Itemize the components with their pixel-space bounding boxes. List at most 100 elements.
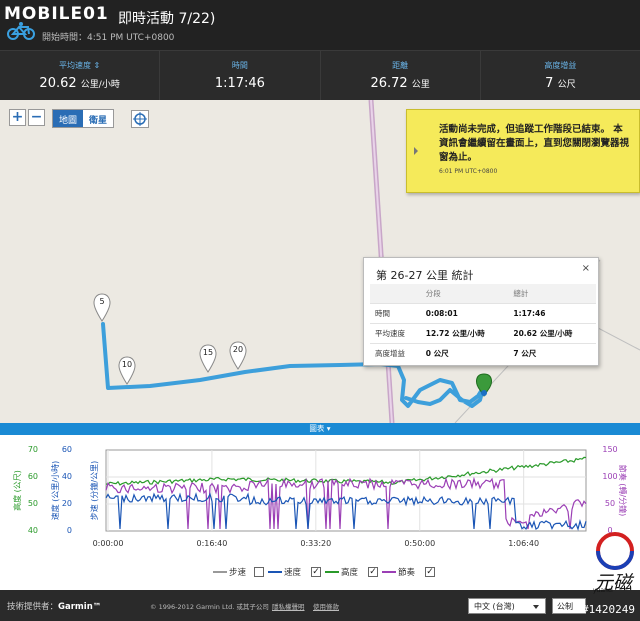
pin-label: 5 [99,297,105,306]
stat-label: 時間 [231,61,248,70]
y-tick-label: 50 [605,499,615,508]
x-tick-label: 0:00:00 [93,539,124,548]
legend-swatch [325,571,339,573]
stats-bar: 平均速度 ⇕ 20.62 公里/小時 時間 1:17:46 距離 26.72 公… [0,50,640,100]
language-value: 中文 (台灣) [474,602,515,611]
legend-pace-checkbox[interactable] [254,567,264,577]
copyright: © 1996-2012 Garmin Ltd. 或其子公司 [150,603,269,611]
stat-label: 高度增益 [544,61,577,70]
legend-swatch [268,571,282,573]
page-title: 即時活動 7/22) [118,11,216,27]
close-icon[interactable]: × [582,263,590,274]
garmin-logo[interactable]: Garmin™ [58,602,101,612]
legend-cadence-checkbox[interactable]: ✓ [425,567,435,577]
x-tick-label: 0:33:20 [300,539,331,548]
map-canvas[interactable]: 5 10 15 20 + − 地圖 衛星 活動尚未完成，但追蹤工作階段已結束。 … [0,100,640,423]
provider-text: 技術提供者：Garmin™ [7,600,101,612]
segment-stats-table: 分段 總計 時間 0:08:01 1:17:46 平均速度 12.72 公里/小… [370,284,596,363]
stat-elevation-gain: 高度增益 7 公尺 [481,51,640,100]
axis-label: 節奏 (轉/分鐘) [618,465,628,516]
y-tick-label: 20 [62,499,72,508]
distance-pin-5[interactable]: 5 [93,293,111,323]
image-tag: #1420249 [582,603,635,616]
y-tick-label: 100 [602,472,617,481]
unit-system-button[interactable]: 公制 [552,598,586,614]
locate-button[interactable] [131,110,149,128]
x-tick-label: 0:16:40 [196,539,227,548]
axis-label: 高度 (公尺) [12,470,22,511]
terms-link[interactable]: 使用條款 [313,601,339,611]
legend-cadence-label: 節奏 [398,568,416,578]
zoom-out-button[interactable]: − [28,109,45,126]
legend-swatch [382,571,396,573]
total-value: 1:17:46 [508,303,596,324]
start-time: 開始時間：4:51 PM UTC+0800 [42,33,175,43]
y-tick-label: 40 [28,526,38,535]
y-tick-label: 40 [62,472,72,481]
legend-altitude-checkbox[interactable]: ✓ [368,567,378,577]
col-header: 分段 [420,284,509,304]
axis-label: 步速 (分鐘/公里) [89,461,99,520]
stat-distance: 距離 26.72 公里 [321,51,481,100]
x-tick-label: 1:06:40 [508,539,539,548]
plot-frame [105,449,587,532]
crosshair-icon [133,112,147,126]
header: MOBILE01 即時活動 7/22) 開始時間：4:51 PM UTC+080… [0,0,640,50]
total-value: 20.62 公里/小時 [508,323,596,344]
pin-label: 15 [202,348,214,357]
map-type-map-button[interactable]: 地圖 [53,110,84,127]
map-type-satellite-button[interactable]: 衛星 [83,110,113,127]
x-tick-label: 0:50:00 [404,539,435,548]
segment-value: 0:08:01 [420,303,509,324]
row-label: 高度增益 [370,343,421,363]
table-row: 高度增益 0 公尺 7 公尺 [370,343,596,363]
pin-label: 20 [232,345,244,354]
privacy-link[interactable]: 隱私權聲明 [272,601,305,611]
legend-speed-label: 速度 [284,568,302,578]
total-value: 7 公尺 [508,343,596,363]
bicycle-icon [7,22,35,40]
activity-notice: 活動尚未完成，但追蹤工作階段已結束。 本資訊會繼續留在畫面上，直到您關閉瀏覽器視… [406,109,640,193]
notice-time: 6:01 PM UTC+0800 [439,168,498,175]
stat-avg-speed[interactable]: 平均速度 ⇕ 20.62 公里/小時 [0,51,161,100]
col-header: 總計 [508,284,596,304]
table-row: 時間 0:08:01 1:17:46 [370,303,596,324]
row-label: 時間 [370,303,421,324]
legend-pace-label: 步速 [229,568,247,578]
stat-time: 時間 1:17:46 [160,51,321,100]
chart-tab[interactable]: 圖表 ▾ [0,423,640,435]
zoom-in-button[interactable]: + [9,109,26,126]
stat-unit: 公里 [411,80,430,90]
col-header [370,284,421,304]
y-tick-label: 150 [602,445,617,454]
segment-value: 0 公尺 [420,343,509,363]
y-tick-label: 60 [62,445,72,454]
footer: 技術提供者：Garmin™ © 1996-2012 Garmin Ltd. 或其… [0,590,640,621]
y-tick-label: 50 [28,499,38,508]
provider-label: 技術提供者： [7,602,59,612]
current-position-icon [481,390,487,396]
pin-label: 10 [121,360,133,369]
notice-arrow-icon [414,147,418,155]
mobile01-logo[interactable]: MOBILE01 [4,4,109,24]
popup-pointer [475,265,495,277]
stat-value: 1:17:46 [214,76,265,91]
segment-value: 12.72 公里/小時 [420,323,509,344]
y-tick-label: 0 [67,526,72,535]
stat-value: 7 [545,76,554,91]
y-tick-label: 60 [28,472,38,481]
legend-altitude-label: 高度 [341,568,359,578]
distance-pin-10[interactable]: 10 [118,356,136,386]
distance-pin-15[interactable]: 15 [199,344,217,374]
legend-speed-checkbox[interactable]: ✓ [311,567,321,577]
stat-unit: 公尺 [557,80,576,90]
stat-unit: 公里/小時 [80,80,120,90]
map-type-toggle: 地圖 衛星 [52,109,115,128]
legend-swatch [213,571,227,573]
distance-pin-20[interactable]: 20 [229,341,247,371]
stat-value: 26.72 [370,76,408,91]
language-select[interactable]: 中文 (台灣) [468,598,546,614]
stat-label: 距離 [392,61,409,70]
stat-label: 平均速度 ⇕ [59,61,101,70]
popup-title: 第 26-27 公里 統計 [376,269,474,282]
